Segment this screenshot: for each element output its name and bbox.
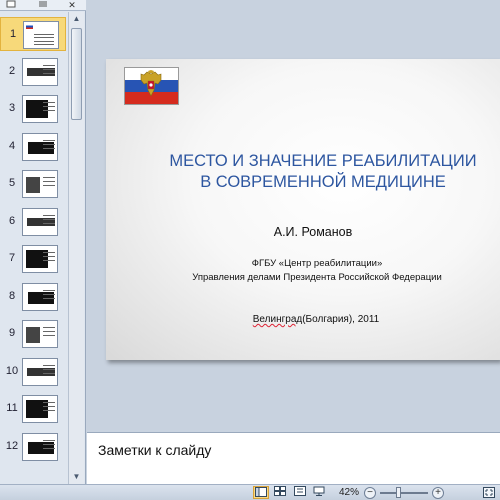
zoom-out-button[interactable]: − [364, 487, 376, 499]
title-line-1: МЕСТО И ЗНАЧЕНИЕ РЕАБИЛИТАЦИИ [169, 152, 477, 170]
title-line-2: В СОВРЕМЕННОЙ МЕДИЦИНЕ [200, 173, 446, 191]
slide-preview-image [22, 207, 58, 236]
slide-thumbnail[interactable]: 6 [0, 205, 66, 239]
status-bar: 42% − + [0, 484, 500, 500]
place-country-year: (Болгария), 2011 [302, 314, 380, 325]
zoom-level[interactable]: 42% [333, 487, 359, 498]
slide-thumbnail[interactable]: 9 [0, 317, 66, 351]
slide-sorter-icon[interactable] [272, 486, 288, 499]
slide-thumbnail[interactable]: 2 [0, 55, 66, 89]
slide-thumbnail[interactable]: 8 [0, 280, 66, 314]
slide-number: 8 [8, 289, 16, 302]
organization-line-2: Управления делами Президента Российской … [192, 272, 442, 283]
zoom-in-button[interactable]: + [432, 487, 444, 499]
current-slide[interactable]: МЕСТО И ЗНАЧЕНИЕ РЕАБИЛИТАЦИИ В СОВРЕМЕН… [106, 59, 500, 360]
organization[interactable]: ФГБУ «Центр реабилитации» Управления дел… [106, 257, 500, 285]
slide-preview-image [22, 132, 58, 161]
slide-number: 9 [8, 327, 16, 339]
slide-number: 12 [5, 439, 19, 452]
slide-number: 4 [8, 139, 16, 152]
slide-show-icon[interactable] [311, 486, 327, 499]
slide-preview-image [22, 170, 58, 198]
slide-thumbnail[interactable]: 12 [0, 430, 66, 464]
thumbnail-list: 1 2 3 4 5 6 7 8 9 10 11 12 [0, 12, 68, 484]
slide-number: 7 [8, 252, 16, 264]
slide-preview-image [22, 95, 58, 123]
slide-thumbnail[interactable]: 4 [0, 130, 66, 164]
pane-tabs: ✕ [0, 0, 86, 11]
slide-number: 11 [6, 402, 18, 414]
slide-thumbnail[interactable]: 3 [0, 92, 66, 126]
slide-editing-area[interactable]: МЕСТО И ЗНАЧЕНИЕ РЕАБИЛИТАЦИИ В СОВРЕМЕН… [87, 0, 500, 430]
slide-thumbnail[interactable]: 1 [0, 17, 66, 51]
slide-preview-image [22, 320, 58, 348]
normal-view-icon[interactable] [253, 486, 269, 499]
slide-title[interactable]: МЕСТО И ЗНАЧЕНИЕ РЕАБИЛИТАЦИИ В СОВРЕМЕН… [126, 151, 500, 193]
slide-number: 2 [8, 64, 16, 77]
slides-tab-icon[interactable] [0, 0, 22, 10]
scrollbar-thumb[interactable] [71, 28, 82, 120]
slide-number: 6 [8, 214, 16, 227]
slide-number: 1 [9, 28, 17, 40]
place-city: Велинград [252, 314, 303, 325]
place-and-year[interactable]: Велинград(Болгария), 2011 [106, 314, 500, 325]
slide-number: 5 [8, 177, 16, 189]
fit-to-window-icon[interactable] [482, 486, 496, 499]
outline-tab-icon[interactable] [36, 0, 50, 10]
slide-thumbnail[interactable]: 5 [0, 167, 66, 201]
russian-flag-image [124, 67, 179, 105]
notes-placeholder: Заметки к слайду [98, 442, 212, 458]
slide-thumbnail[interactable]: 10 [0, 355, 66, 389]
close-pane-icon[interactable]: ✕ [66, 0, 78, 10]
scroll-down-icon[interactable]: ▼ [69, 470, 84, 484]
reading-view-icon[interactable] [292, 486, 308, 499]
slide-thumbnail[interactable]: 11 [0, 392, 66, 426]
slide-preview-image [22, 357, 58, 386]
slide-preview-image [23, 21, 59, 49]
slide-preview-image [22, 245, 58, 273]
zoom-slider-track[interactable] [380, 492, 428, 494]
slide-preview-image [22, 282, 58, 311]
organization-line-1: ФГБУ «Центр реабилитации» [251, 258, 383, 269]
thumbnail-scrollbar[interactable]: ▲ ▼ [68, 12, 84, 484]
slide-thumbnail[interactable]: 7 [0, 242, 66, 276]
zoom-slider-handle[interactable] [396, 487, 401, 498]
author-name[interactable]: А.И. Романов [106, 225, 500, 239]
slide-preview-image [22, 395, 58, 423]
slide-preview-image [22, 432, 58, 461]
notes-pane[interactable]: Заметки к слайду [87, 432, 500, 484]
slide-number: 10 [5, 364, 19, 377]
slide-number: 3 [8, 102, 16, 114]
slides-pane: ✕ 1 2 3 4 5 6 7 8 9 10 11 12 ▲ ▼ [0, 0, 86, 484]
scroll-up-icon[interactable]: ▲ [69, 12, 84, 26]
slide-preview-image [22, 57, 58, 86]
coat-of-arms-icon [140, 70, 162, 97]
